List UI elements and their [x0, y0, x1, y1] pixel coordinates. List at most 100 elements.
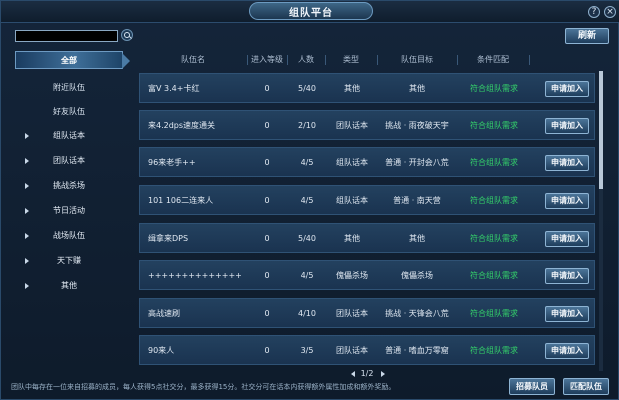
team-match: 符合组队需求	[470, 84, 518, 93]
header-divider	[529, 55, 530, 65]
team-platform-window: 组队平台 ? × 刷新 全部 附近队伍 好友队伍 组队话本 团队话本 挑战杀场	[0, 0, 619, 400]
team-match: 符合组队需求	[470, 234, 518, 243]
sidebar-item-label: 全部	[61, 56, 77, 65]
team-type: 团队话本	[336, 346, 368, 355]
team-goal: 挑战 · 雨夜破天宇	[385, 121, 449, 130]
header-match: 条件匹配	[477, 55, 509, 64]
sidebar-item-festival[interactable]: 节日活动	[15, 202, 123, 220]
team-match: 符合组队需求	[470, 121, 518, 130]
team-count: 5/40	[298, 234, 316, 243]
team-count: 4/5	[300, 158, 314, 167]
table-row[interactable]: 90来人 0 3/5 团队话本 普通 · 嗜血万零窟 符合组队需求 申请加入	[139, 335, 595, 365]
team-count: 5/40	[298, 84, 316, 93]
sidebar-item-label: 好友队伍	[53, 107, 85, 116]
apply-join-button[interactable]: 申请加入	[545, 343, 589, 359]
chevron-right-icon	[25, 183, 29, 189]
team-name: 96来老手++	[148, 158, 196, 167]
team-goal: 挑战 · 天锋会八荒	[385, 309, 449, 318]
sidebar-item-all[interactable]: 全部	[15, 51, 130, 69]
sidebar-item-nearby[interactable]: 附近队伍	[15, 79, 123, 97]
team-level: 0	[264, 84, 270, 93]
chevron-right-icon	[25, 133, 29, 139]
chevron-right-icon[interactable]	[381, 371, 385, 377]
team-count: 4/5	[300, 196, 314, 205]
team-type: 其他	[344, 84, 360, 93]
table-row[interactable]: 富V 3.4+卡红 0 5/40 其他 其他 符合组队需求 申请加入	[139, 73, 595, 103]
chevron-right-icon	[25, 158, 29, 164]
team-type: 组队话本	[336, 158, 368, 167]
header-count: 人数	[298, 55, 314, 64]
team-match: 符合组队需求	[470, 196, 518, 205]
sidebar-item-label: 团队话本	[53, 156, 85, 165]
table-row[interactable]: 101 106二连来人 0 4/5 组队话本 普通 · 南天营 符合组队需求 申…	[139, 185, 595, 215]
apply-join-button[interactable]: 申请加入	[545, 231, 589, 247]
team-level: 0	[264, 158, 270, 167]
sidebar-item-label: 其他	[61, 281, 77, 290]
team-goal: 普通 · 南天营	[393, 196, 441, 205]
team-count: 3/5	[300, 346, 314, 355]
apply-join-button[interactable]: 申请加入	[545, 268, 589, 284]
apply-join-button[interactable]: 申请加入	[545, 193, 589, 209]
sidebar-item-friends[interactable]: 好友队伍	[15, 103, 123, 121]
team-match: 符合组队需求	[470, 158, 518, 167]
team-name: 101 106二连来人	[148, 196, 214, 205]
chevron-right-icon	[25, 283, 29, 289]
scrollbar-thumb[interactable]	[599, 71, 603, 189]
team-name: ++++++++++++++	[148, 271, 242, 280]
team-name: 富V 3.4+卡红	[148, 84, 200, 93]
search-icon[interactable]	[121, 29, 133, 41]
sidebar-item-group-dungeon[interactable]: 组队话本	[15, 127, 123, 145]
sidebar-item-challenge[interactable]: 挑战杀场	[15, 177, 123, 195]
team-name: 高战速刷	[148, 309, 180, 318]
team-goal: 傀儡杀场	[401, 271, 433, 280]
team-match: 符合组队需求	[470, 271, 518, 280]
sidebar-item-label: 附近队伍	[53, 83, 85, 92]
sidebar-item-battlefield[interactable]: 战场队伍	[15, 227, 123, 245]
sidebar-item-label: 天下赚	[57, 256, 81, 265]
team-level: 0	[264, 309, 270, 318]
recruit-members-button[interactable]: 招募队员	[509, 378, 555, 395]
team-count: 4/10	[298, 309, 316, 318]
team-name: 缉拿来DPS	[148, 234, 189, 243]
title-bar: 组队平台 ? ×	[1, 1, 619, 23]
team-type: 傀儡杀场	[336, 271, 368, 280]
team-name: 来4.2dps速度通关	[148, 121, 216, 130]
search-input[interactable]	[15, 30, 118, 42]
header-team-name: 队伍名	[181, 55, 205, 64]
header-type: 类型	[343, 55, 359, 64]
apply-join-button[interactable]: 申请加入	[545, 155, 589, 171]
match-team-button[interactable]: 匹配队伍	[563, 378, 609, 395]
table-row[interactable]: 来4.2dps速度通关 0 2/10 团队话本 挑战 · 雨夜破天宇 符合组队需…	[139, 110, 595, 140]
team-level: 0	[264, 234, 270, 243]
team-count: 2/10	[298, 121, 316, 130]
team-level: 0	[264, 346, 270, 355]
table-row[interactable]: ++++++++++++++ 0 4/5 傀儡杀场 傀儡杀场 符合组队需求 申请…	[139, 260, 595, 290]
chevron-right-icon	[25, 258, 29, 264]
sidebar-item-label: 组队话本	[53, 131, 85, 140]
refresh-button[interactable]: 刷新	[565, 28, 609, 44]
team-level: 0	[264, 271, 270, 280]
team-match: 符合组队需求	[470, 309, 518, 318]
team-goal: 普通 · 开封会八荒	[385, 158, 449, 167]
table-row[interactable]: 高战速刷 0 4/10 团队话本 挑战 · 天锋会八荒 符合组队需求 申请加入	[139, 298, 595, 328]
table-row[interactable]: 缉拿来DPS 0 5/40 其他 其他 符合组队需求 申请加入	[139, 223, 595, 253]
help-icon[interactable]: ?	[588, 6, 600, 18]
apply-join-button[interactable]: 申请加入	[545, 118, 589, 134]
sidebar-item-other[interactable]: 其他	[15, 277, 123, 295]
team-goal: 其他	[409, 84, 425, 93]
footer-info: 团队中每存在一位来自招募的成员，每人获得5点社交分，最多获得15分。社交分可在话…	[11, 383, 396, 391]
team-type: 组队话本	[336, 196, 368, 205]
scrollbar[interactable]	[599, 71, 603, 371]
close-icon[interactable]: ×	[604, 6, 616, 18]
sidebar-item-raid-dungeon[interactable]: 团队话本	[15, 152, 123, 170]
sidebar-item-world[interactable]: 天下赚	[15, 252, 123, 270]
sidebar-item-label: 节日活动	[53, 206, 85, 215]
apply-join-button[interactable]: 申请加入	[545, 306, 589, 322]
chevron-right-icon	[25, 233, 29, 239]
chevron-right-icon	[25, 208, 29, 214]
sidebar-item-label: 挑战杀场	[53, 181, 85, 190]
table-row[interactable]: 96来老手++ 0 4/5 组队话本 普通 · 开封会八荒 符合组队需求 申请加…	[139, 147, 595, 177]
team-goal: 其他	[409, 234, 425, 243]
team-type: 团队话本	[336, 309, 368, 318]
apply-join-button[interactable]: 申请加入	[545, 81, 589, 97]
